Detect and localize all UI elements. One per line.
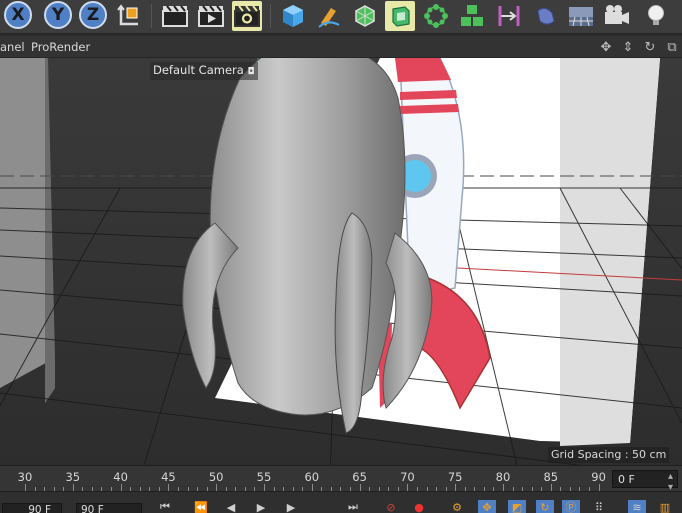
go-to-start-icon[interactable]: ⏮ — [156, 500, 174, 513]
scale-key-icon[interactable]: ◩ — [508, 500, 526, 513]
end-frame-field[interactable]: 90 F — [76, 503, 142, 513]
viewport-menubar: anel ProRender ✥ ⇕ ↻ ⧉ — [0, 36, 682, 58]
parameter-key-icon[interactable]: Ⓟ — [562, 500, 580, 513]
timeline-tick-mark — [72, 484, 74, 491]
timeline-tick-mark — [407, 484, 409, 491]
timeline-tick-label: 40 — [113, 470, 128, 484]
end-frame-value: 90 F — [81, 504, 104, 513]
mograph-icon[interactable] — [457, 1, 487, 31]
rotation-key-icon[interactable]: ↻ — [536, 500, 554, 513]
floor-icon[interactable] — [566, 1, 596, 31]
rotate-view-icon[interactable]: ↻ — [642, 39, 658, 55]
timeline-tick-label: 30 — [17, 470, 33, 484]
timeline-tick-mark — [264, 484, 265, 491]
timeline-tick-label: 65 — [352, 470, 367, 484]
timeline-tick-mark — [598, 484, 600, 491]
timeline-tick-label: 55 — [256, 470, 272, 484]
cube-icon[interactable] — [278, 1, 308, 31]
timeline-tick-mark — [359, 484, 361, 491]
timeline-tick-label: 50 — [208, 470, 224, 484]
transport-bar: 90 F 90 F ⏮ ⏪ ◀ ▶ ▶ ⏭ ⊘ ● ⚙ ✥ ◩ ↻ Ⓟ ⠿ ≋ … — [0, 491, 682, 513]
timeline-tick-mark — [503, 484, 504, 491]
viewport-scene — [0, 58, 682, 465]
timeline-tick-mark — [216, 484, 218, 491]
light-icon[interactable] — [641, 1, 671, 31]
timeline-tick-label: 90 — [591, 470, 606, 484]
extrude-icon[interactable] — [385, 1, 415, 31]
camera-label-text: Default Camera — [153, 63, 244, 77]
toolbar-divider — [270, 4, 271, 28]
array-icon[interactable] — [421, 1, 451, 31]
start-frame-field[interactable]: 90 F — [2, 503, 62, 513]
menu-panel[interactable]: anel — [0, 40, 25, 54]
camera-icon[interactable] — [602, 1, 632, 31]
timeline-tick-mark — [550, 484, 552, 491]
camera-label[interactable]: Default Camera ◘ — [150, 62, 258, 80]
render-view-icon[interactable] — [160, 1, 190, 31]
timeline-tick-label: 45 — [161, 470, 176, 484]
go-to-end-icon[interactable]: ⏭ — [344, 500, 362, 513]
autokey-icon[interactable]: ● — [410, 500, 428, 513]
deformer-icon[interactable] — [530, 1, 560, 31]
3d-viewport[interactable]: Default Camera ◘ Grid Spacing : 50 cm — [0, 58, 682, 465]
previous-frame-icon[interactable]: ◀ — [222, 500, 240, 513]
symmetry-icon[interactable] — [494, 1, 524, 31]
current-frame-field[interactable]: 0 F ▴ ▾ — [612, 470, 678, 493]
timeline-window-icon[interactable]: ▥ — [656, 500, 674, 513]
timeline-tick-mark — [311, 484, 313, 491]
view-navigation-icons: ✥ ⇕ ↻ ⧉ — [598, 39, 680, 55]
keyframe-selection-icon[interactable]: ⚙ — [448, 500, 466, 513]
menu-prorender[interactable]: ProRender — [31, 40, 90, 54]
point-level-icon[interactable]: ⠿ — [590, 500, 608, 513]
maximize-view-icon[interactable]: ⧉ — [664, 39, 680, 55]
toolbar-divider — [151, 4, 152, 28]
render-settings-icon[interactable] — [232, 1, 262, 31]
timeline-tick-mark — [455, 484, 457, 491]
render-picture-viewer-icon[interactable] — [196, 1, 226, 31]
current-frame-value: 0 F — [618, 473, 635, 486]
record-icon[interactable]: ⊘ — [382, 500, 400, 513]
start-frame-value: 90 F — [28, 504, 51, 513]
timeline-tick-label: 85 — [543, 470, 559, 484]
play-icon[interactable]: ▶ — [252, 500, 270, 513]
timeline-tick-mark — [120, 484, 122, 491]
subdivision-icon[interactable] — [350, 1, 380, 31]
frame-stepper-icon[interactable]: ▴ ▾ — [668, 471, 673, 493]
timeline-tick-label: 35 — [65, 470, 81, 484]
y-axis-lock-button[interactable]: Y — [44, 1, 72, 29]
timeline-tick-label: 60 — [304, 470, 320, 484]
main-toolbar: X Y Z — [0, 0, 682, 34]
previous-key-icon[interactable]: ⏪ — [192, 500, 210, 513]
pen-icon[interactable] — [313, 1, 343, 31]
z-axis-lock-button[interactable]: Z — [79, 1, 107, 29]
zoom-view-icon[interactable]: ⇕ — [620, 39, 636, 55]
timeline-tick-label: 80 — [495, 470, 511, 484]
grid-spacing-label: Grid Spacing : 50 cm — [548, 447, 670, 463]
x-axis-lock-button[interactable]: X — [4, 1, 32, 29]
timeline-tick-mark — [168, 484, 170, 491]
interpolation-icon[interactable]: ≋ — [628, 500, 646, 513]
timeline-tick-label: 75 — [447, 470, 463, 484]
coordinate-system-icon[interactable] — [114, 1, 144, 31]
timeline-tick-label: 70 — [400, 470, 415, 484]
next-frame-icon[interactable]: ▶ — [282, 500, 300, 513]
camera-small-icon: ◘ — [247, 67, 255, 77]
move-view-icon[interactable]: ✥ — [598, 39, 614, 55]
position-key-icon[interactable]: ✥ — [478, 500, 496, 513]
timeline-ruler[interactable]: 30 35 40 45 50 55 60 65 70 75 80 85 90 0 F ▴ ▾ — [0, 465, 682, 493]
timeline-tick-mark — [25, 484, 26, 491]
